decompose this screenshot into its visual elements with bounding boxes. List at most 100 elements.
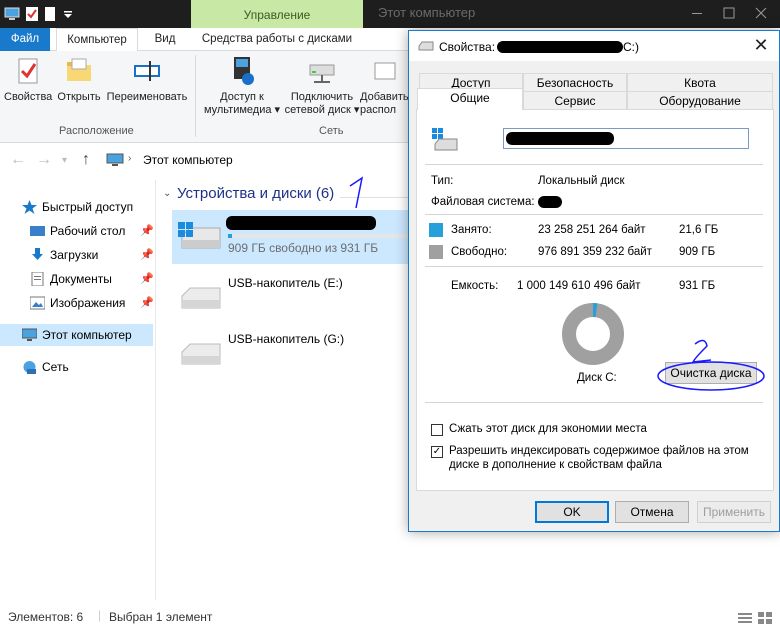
document-icon xyxy=(31,272,44,286)
tab-disk-tools[interactable]: Средства работы с дисками xyxy=(196,28,358,51)
nav-label: Загрузки xyxy=(50,248,99,262)
tab-security[interactable]: Безопасность xyxy=(523,73,627,92)
tab-general[interactable]: Общие xyxy=(417,88,523,110)
tab-quota[interactable]: Квота xyxy=(627,73,773,92)
tab-file[interactable]: Файл xyxy=(0,28,50,51)
pin-icon[interactable]: 📌 xyxy=(140,292,154,314)
add-location-button[interactable]: Добавить распол xyxy=(360,55,410,117)
properties-label: Свойства xyxy=(4,91,53,103)
collapse-chevron-icon[interactable]: ⌄ xyxy=(163,188,171,199)
nav-quick-access[interactable]: Быстрый доступ xyxy=(0,196,153,218)
computer-icon xyxy=(22,328,37,341)
used-bytes: 23 258 251 264 байт xyxy=(538,224,646,236)
minimize-icon[interactable] xyxy=(680,0,714,26)
annotation-mark-1 xyxy=(349,176,364,209)
redacted-title xyxy=(497,41,623,53)
properties-dialog: Свойства: C:) ✕ Доступ Безопасность Квот… xyxy=(408,30,780,532)
properties-icon xyxy=(18,58,38,84)
status-bar: Элементов: 6 | Выбран 1 элемент xyxy=(0,604,780,629)
breadcrumb-chevron-icon[interactable]: › xyxy=(128,153,131,164)
qa-dropdown-icon[interactable] xyxy=(60,6,76,22)
index-label-line1[interactable]: Разрешить индексировать содержимое файло… xyxy=(449,445,749,457)
drive-c[interactable]: 909 ГБ свободно из 931 ГБ xyxy=(172,210,412,264)
netdisk-label-2: сетевой диск ▾ xyxy=(284,104,360,116)
pin-icon[interactable]: 📌 xyxy=(140,220,154,242)
nav-network[interactable]: Сеть xyxy=(0,356,153,378)
context-tab-manage[interactable]: Управление xyxy=(191,0,363,28)
drive-free-text: 909 ГБ свободно из 931 ГБ xyxy=(228,241,379,255)
tab-hardware[interactable]: Оборудование xyxy=(627,91,773,110)
annotation-mark-2 xyxy=(657,339,765,391)
dialog-titlebar[interactable]: Свойства: C:) ✕ xyxy=(409,31,779,61)
redacted-volume-label xyxy=(506,132,614,145)
nav-this-pc[interactable]: Этот компьютер xyxy=(0,324,153,346)
up-arrow-icon[interactable]: ↑ xyxy=(82,151,90,169)
capacity-bytes: 1 000 149 610 496 байт xyxy=(517,280,641,292)
media-access-button[interactable]: Доступ к мультимедиа ▾ xyxy=(200,55,284,117)
used-space-swatch xyxy=(429,223,443,237)
folder-open-icon xyxy=(67,58,91,81)
network-drive-icon xyxy=(309,64,335,83)
selection-count: Выбран 1 элемент xyxy=(109,610,213,624)
nav-downloads[interactable]: Загрузки 📌 xyxy=(0,244,154,266)
pane-divider[interactable] xyxy=(155,180,156,600)
nav-pictures[interactable]: Изображения 📌 xyxy=(0,292,154,314)
donut-free-segment xyxy=(562,303,624,365)
details-view-icon[interactable] xyxy=(738,612,752,624)
nav-label: Этот компьютер xyxy=(42,328,132,342)
dialog-close-icon[interactable]: ✕ xyxy=(749,34,773,58)
properties-button[interactable]: Свойства xyxy=(4,55,52,104)
tiles-view-icon[interactable] xyxy=(758,612,772,624)
new-folder-qa-icon[interactable] xyxy=(42,6,58,22)
general-panel: Тип: Локальный диск Файловая система: За… xyxy=(416,109,774,491)
group-label-network: Сеть xyxy=(319,125,344,137)
system-drive-icon xyxy=(432,128,458,151)
network-icon xyxy=(23,361,36,374)
download-icon xyxy=(32,248,43,260)
drive-g[interactable]: USB-накопитель (G:) xyxy=(172,326,412,380)
drive-e[interactable]: USB-накопитель (E:) xyxy=(172,270,412,324)
close-icon[interactable] xyxy=(744,0,778,26)
nav-documents[interactable]: Документы 📌 xyxy=(0,268,154,290)
apply-button[interactable]: Применить xyxy=(697,501,771,523)
usb-drive-icon xyxy=(181,343,221,365)
forward-arrow-icon[interactable]: → xyxy=(36,151,52,169)
rename-label: Переименовать xyxy=(106,91,188,103)
nav-label: Сеть xyxy=(42,360,69,374)
section-title[interactable]: Устройства и диски (6) xyxy=(177,185,334,202)
add-location-icon xyxy=(374,62,396,80)
drive-usage-bar xyxy=(228,234,408,238)
tab-view[interactable]: Вид xyxy=(145,28,185,51)
tab-tools[interactable]: Сервис xyxy=(523,91,627,110)
cancel-button[interactable]: Отмена xyxy=(615,501,689,523)
maximize-icon[interactable] xyxy=(712,0,746,26)
pictures-icon xyxy=(30,296,45,310)
media-label-2: мультимедиа ▾ xyxy=(203,104,281,116)
drive-usage-fill xyxy=(228,234,233,238)
volume-label-input[interactable] xyxy=(503,128,749,149)
nav-desktop[interactable]: Рабочий стол 📌 xyxy=(0,220,154,242)
recent-dropdown-icon[interactable]: ▾ xyxy=(62,155,67,166)
compress-checkbox[interactable] xyxy=(431,424,443,436)
nav-label: Изображения xyxy=(50,296,126,310)
rename-button[interactable]: Переименовать xyxy=(106,55,188,104)
pin-icon[interactable]: 📌 xyxy=(140,244,154,266)
open-button[interactable]: Открыть xyxy=(56,55,102,104)
media-label-1: Доступ к xyxy=(220,91,264,103)
properties-qa-icon[interactable] xyxy=(24,6,40,22)
star-icon xyxy=(22,200,37,214)
back-arrow-icon[interactable]: ← xyxy=(10,151,26,169)
tab-computer[interactable]: Компьютер xyxy=(56,28,138,52)
usb-drive-icon xyxy=(181,287,221,309)
index-label-line2[interactable]: диске в дополнение к свойствам файла xyxy=(449,459,662,471)
window-title: Этот компьютер xyxy=(378,5,476,20)
map-network-drive-button[interactable]: Подключить сетевой диск ▾ xyxy=(284,55,360,117)
address-text[interactable]: Этот компьютер xyxy=(143,153,233,167)
used-label: Занято: xyxy=(451,224,492,236)
ok-button[interactable]: OK xyxy=(535,501,609,523)
pin-icon[interactable]: 📌 xyxy=(140,268,154,290)
compress-label[interactable]: Сжать этот диск для экономии места xyxy=(449,423,647,435)
nav-label: Быстрый доступ xyxy=(42,200,134,214)
drive-name: USB-накопитель (E:) xyxy=(228,276,343,290)
index-checkbox[interactable]: ✓ xyxy=(431,446,443,458)
